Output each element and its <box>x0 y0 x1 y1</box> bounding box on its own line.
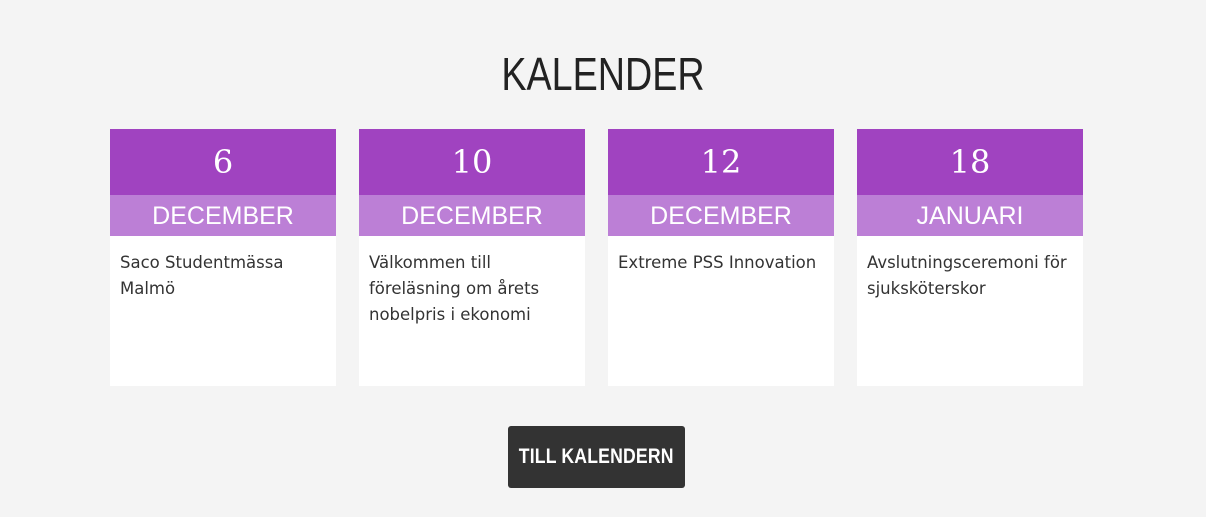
event-title[interactable]: Välkommen till föreläsning om årets nobe… <box>359 236 585 328</box>
event-month: JANUARI <box>857 195 1083 236</box>
event-month: DECEMBER <box>608 195 834 236</box>
event-title[interactable]: Extreme PSS Innovation <box>608 236 834 276</box>
event-card[interactable]: 6 DECEMBER Saco Studentmässa Malmö <box>110 129 336 386</box>
event-card[interactable]: 12 DECEMBER Extreme PSS Innovation <box>608 129 834 386</box>
event-title[interactable]: Saco Studentmässa Malmö <box>110 236 336 302</box>
event-card-list: 6 DECEMBER Saco Studentmässa Malmö 10 DE… <box>110 129 1083 386</box>
section-title: KALENDER <box>501 48 705 100</box>
calendar-button[interactable]: TILL KALENDERN <box>508 426 685 488</box>
event-card[interactable]: 18 JANUARI Avslutningsceremoni för sjuks… <box>857 129 1083 386</box>
event-day: 18 <box>857 129 1083 195</box>
event-day: 10 <box>359 129 585 195</box>
event-card[interactable]: 10 DECEMBER Välkommen till föreläsning o… <box>359 129 585 386</box>
event-title[interactable]: Avslutningsceremoni för sjuksköterskor <box>857 236 1083 302</box>
calendar-button-label: TILL KALENDERN <box>519 445 674 468</box>
event-month: DECEMBER <box>110 195 336 236</box>
event-day: 6 <box>110 129 336 195</box>
event-month: DECEMBER <box>359 195 585 236</box>
event-day: 12 <box>608 129 834 195</box>
